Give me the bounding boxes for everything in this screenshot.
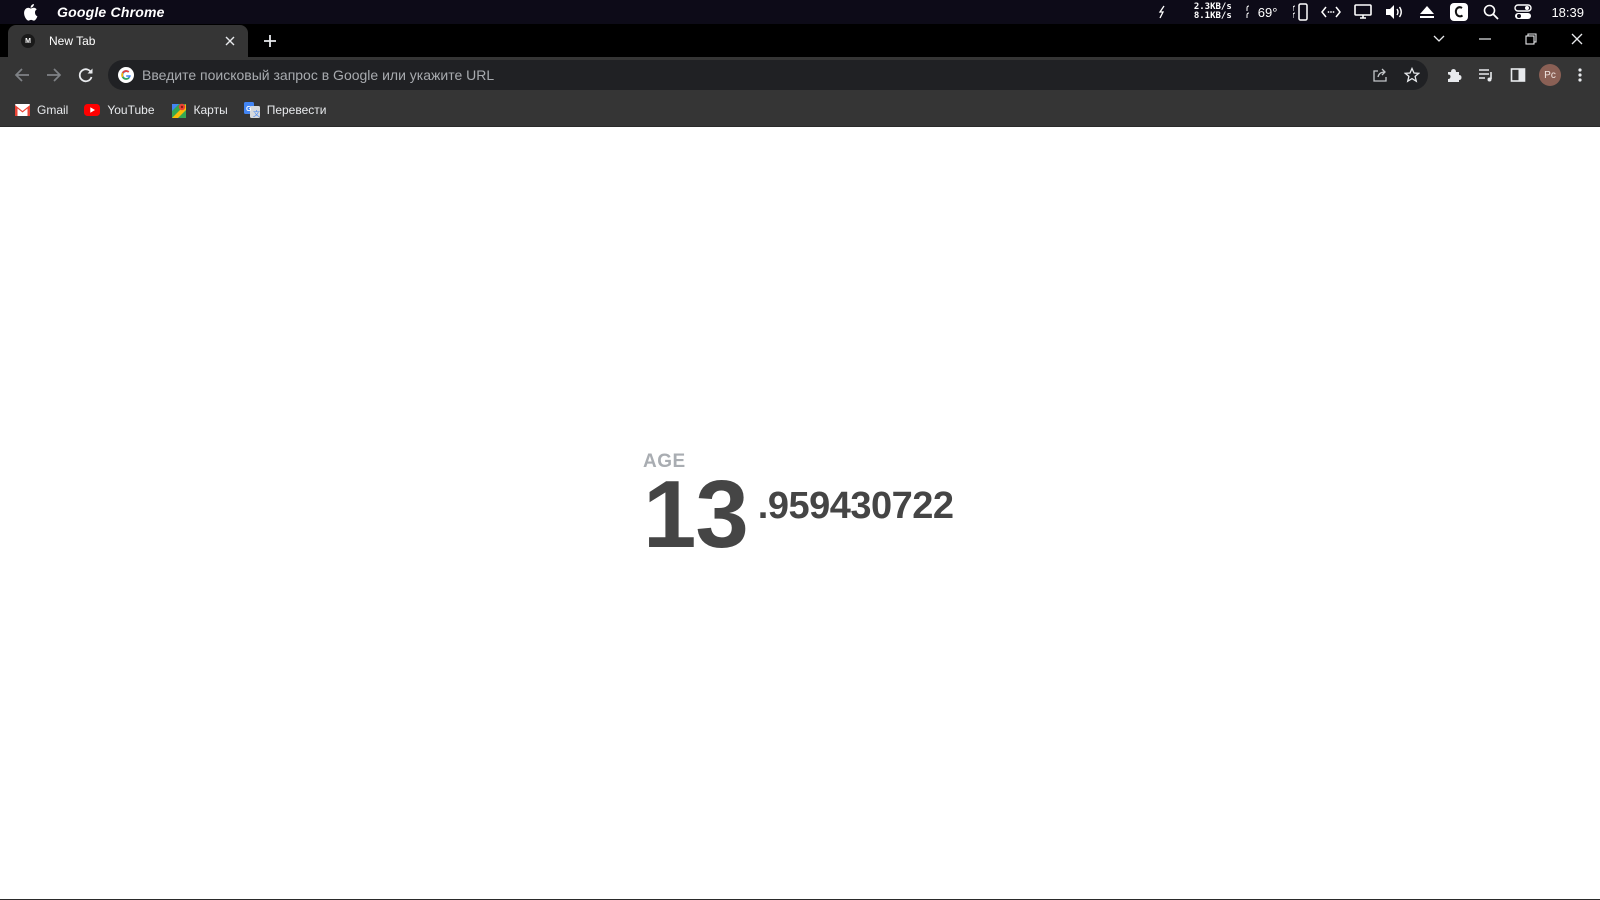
control-center-icon[interactable] [1507,0,1539,24]
tab-search-button[interactable] [1419,24,1459,54]
restore-button[interactable] [1511,24,1551,54]
gmail-icon [14,102,30,118]
media-controls-button[interactable] [1472,61,1500,89]
minimize-button[interactable] [1465,24,1505,54]
arrow-right-icon [47,68,62,82]
bookmark-label: Карты [193,102,228,117]
code-icon[interactable] [1315,0,1347,24]
reload-button[interactable] [72,61,100,89]
thermometer-icon [1246,5,1249,18]
omnibox-input[interactable] [142,67,1364,83]
profile-button[interactable]: Pc [1536,61,1564,89]
new-tab-button[interactable] [258,29,282,53]
more-vertical-icon [1578,68,1582,82]
tab-new-tab[interactable]: M New Tab [8,25,248,57]
network-download-speed: 8.1KB/s [1193,11,1232,21]
share-button[interactable] [1364,61,1396,89]
tab-close-icon[interactable] [220,31,240,51]
sync-icon[interactable] [1146,0,1178,24]
playlist-icon [1479,69,1492,82]
page-content: AGE 13 .959430722 [0,127,1600,899]
translate-icon: G文 [243,101,260,118]
active-app-name[interactable]: Google Chrome [57,4,165,20]
bookmark-label: Перевести [266,102,327,117]
reload-icon [78,68,93,83]
browser-toolbar: Pc [0,57,1600,93]
puzzle-icon [1448,69,1462,82]
svg-text:G: G [246,106,252,113]
chevron-down-icon [1433,35,1445,42]
avatar: Pc [1539,64,1561,86]
display-icon[interactable] [1347,0,1379,24]
restore-icon [1525,33,1537,45]
back-button[interactable] [8,61,36,89]
c-app-icon[interactable] [1443,0,1475,24]
star-icon [1404,67,1420,83]
bookmark-label: YouTube [107,102,155,117]
bookmark-translate[interactable]: G文 Перевести [243,96,335,124]
age-fraction: .959430722 [757,485,954,527]
tab-strip: M New Tab [0,24,1600,57]
share-icon [1373,68,1387,82]
close-icon [1571,33,1583,45]
google-icon [117,66,135,84]
age-value: 13 .959430722 [643,461,954,568]
bookmark-youtube[interactable]: YouTube [84,96,162,124]
age-counter: AGE 13 .959430722 [643,451,954,568]
tab-favicon: M [21,34,35,48]
bookmarks-bar: Gmail YouTube Карты G文 Перевести [0,93,1600,127]
plus-icon [264,35,276,47]
chrome-menu-button[interactable] [1566,61,1594,89]
tab-title: New Tab [49,34,96,48]
bookmark-label: Gmail [37,102,69,117]
phone-icon[interactable] [1289,0,1315,24]
bookmark-star-button[interactable] [1396,61,1428,89]
maps-icon [171,102,187,118]
volume-icon[interactable] [1379,0,1411,24]
age-integer: 13 [643,461,749,568]
youtube-icon [84,102,101,118]
arrow-left-icon [14,68,29,82]
address-bar[interactable] [108,60,1428,90]
bookmark-maps[interactable]: Карты [171,96,236,124]
system-menu-bar: Google Chrome 2.3KB/s 8.1KB/s 69° 18:39 [0,0,1600,24]
temperature-widget[interactable]: 69° [1246,0,1278,24]
network-speed[interactable]: 2.3KB/s 8.1KB/s [1194,0,1232,24]
svg-text:文: 文 [253,109,260,118]
forward-button[interactable] [40,61,68,89]
close-window-button[interactable] [1557,24,1597,54]
extensions-button[interactable] [1440,61,1468,89]
minimize-icon [1479,38,1491,40]
side-panel-button[interactable] [1504,61,1532,89]
bookmark-gmail[interactable]: Gmail [14,96,76,124]
temperature-value: 69° [1257,4,1278,20]
side-panel-icon [1510,68,1526,82]
eject-icon[interactable] [1411,0,1443,24]
menubar-clock[interactable]: 18:39 [1551,0,1584,24]
apple-icon[interactable] [20,3,40,21]
spotlight-search-icon[interactable] [1475,0,1507,24]
